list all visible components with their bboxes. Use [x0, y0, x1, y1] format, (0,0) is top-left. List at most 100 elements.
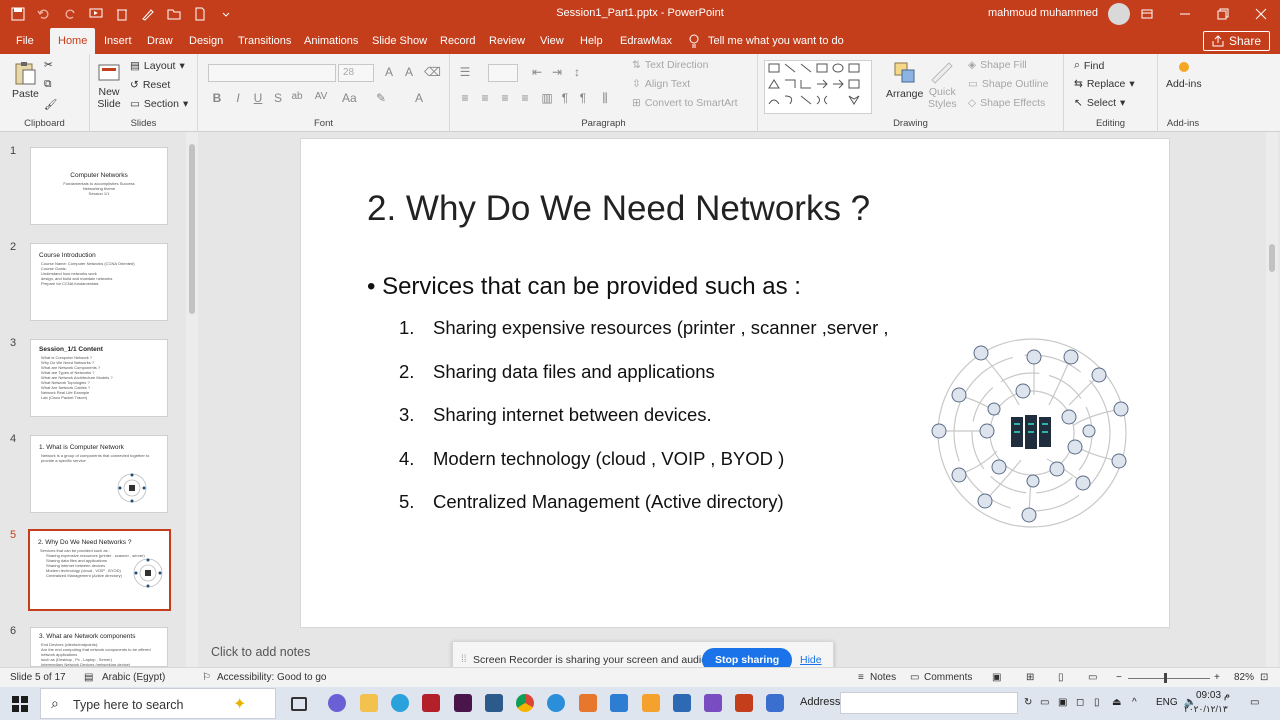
align-left-icon[interactable]: ≡: [458, 91, 472, 105]
select-button[interactable]: ↖ Select ▾: [1074, 97, 1125, 109]
new-slide-button[interactable]: New Slide: [96, 60, 122, 110]
slide-canvas[interactable]: 2. Why Do We Need Networks ? • Services …: [300, 138, 1170, 628]
columns-icon[interactable]: ⫼: [598, 91, 612, 106]
zoom-in-icon[interactable]: +: [1214, 672, 1220, 683]
layout-button[interactable]: ▤ Layout ▾: [130, 60, 185, 72]
strikethrough-icon[interactable]: S: [271, 91, 285, 105]
avatar[interactable]: [1108, 3, 1130, 25]
section-button[interactable]: ▭ Section ▾: [130, 98, 188, 110]
app-icon[interactable]: [642, 694, 660, 712]
copilot-icon[interactable]: [328, 694, 346, 712]
tab-help[interactable]: Help: [572, 28, 611, 54]
fit-slide-icon[interactable]: ⊡: [1260, 672, 1268, 683]
slide-thumbnail-1[interactable]: Computer Networks Fundamentals to accomp…: [30, 147, 168, 225]
shape-outline-button[interactable]: ▭ Shape Outline: [968, 78, 1048, 90]
bold-icon[interactable]: B: [210, 91, 224, 105]
refresh-icon[interactable]: ↻: [1024, 697, 1032, 708]
tab-slide-show[interactable]: Slide Show: [364, 28, 435, 54]
tab-insert[interactable]: Insert: [96, 28, 140, 54]
tab-record[interactable]: Record: [432, 28, 483, 54]
decrease-font-icon[interactable]: A: [402, 65, 416, 79]
font-name-box[interactable]: [208, 64, 336, 82]
align-right-icon[interactable]: ≡: [498, 91, 512, 105]
taskbar-search[interactable]: ⌕ Type here to search ✦: [40, 688, 276, 719]
app-icon[interactable]: [673, 694, 691, 712]
justify-icon[interactable]: ≡: [518, 91, 532, 105]
rtl-icon[interactable]: ¶: [558, 91, 572, 105]
clock-time[interactable]: 09:03 م: [1196, 690, 1230, 701]
restore-icon[interactable]: [1204, 0, 1242, 28]
shape-fill-button[interactable]: ◈ Shape Fill: [968, 59, 1027, 71]
task-view-icon[interactable]: [291, 697, 307, 711]
zoom-out-icon[interactable]: −: [1116, 672, 1122, 683]
reading-view-icon[interactable]: ▯: [1058, 672, 1064, 683]
convert-smartart-button[interactable]: ⊞ Convert to SmartArt: [632, 97, 738, 109]
slide-bullet[interactable]: • Services that can be provided such as …: [367, 273, 801, 301]
thumbnails-scrollbar[interactable]: [186, 132, 198, 667]
visual-studio-icon[interactable]: [704, 694, 722, 712]
shape-effects-button[interactable]: ◇ Shape Effects: [968, 97, 1045, 109]
accessibility-status[interactable]: Accessibility: Good to go: [217, 672, 327, 683]
slideshow-icon[interactable]: ▭: [1088, 672, 1097, 683]
char-spacing-icon[interactable]: ab: [290, 91, 304, 102]
drag-handle-icon[interactable]: ⁞⁞: [461, 654, 467, 665]
align-center-icon[interactable]: ≡: [478, 91, 492, 105]
chrome-icon[interactable]: [516, 694, 534, 712]
font-size-box[interactable]: 28: [338, 64, 374, 82]
replace-button[interactable]: ⇆ Replace ▾: [1074, 78, 1135, 90]
chevron-up-icon[interactable]: ^: [1132, 697, 1137, 708]
line-spacing-icon[interactable]: ↕: [570, 65, 584, 79]
clock-date[interactable]: ٢٠٢٠/١٢/١٣: [1184, 704, 1228, 715]
slide-numbered-list[interactable]: 1. Sharing expensive resources (printer ,…: [399, 317, 889, 535]
underline-icon[interactable]: U: [251, 91, 265, 105]
tab-edrawmax[interactable]: EdrawMax: [612, 28, 680, 54]
slide-thumbnail-6[interactable]: 3. What are Network components End Devic…: [30, 627, 168, 667]
char-spacing-icon[interactable]: AV: [314, 91, 328, 102]
bullets-icon[interactable]: ☰: [458, 65, 472, 79]
font-color-icon[interactable]: A: [412, 91, 426, 105]
tab-view[interactable]: View: [532, 28, 572, 54]
share-button[interactable]: Share: [1202, 31, 1270, 51]
ribbon-display-options-icon[interactable]: [1128, 0, 1166, 28]
tab-design[interactable]: Design: [181, 28, 231, 54]
italic-icon[interactable]: I: [231, 91, 245, 105]
ltr-icon[interactable]: ¶: [576, 91, 590, 105]
app-icon[interactable]: [422, 694, 440, 712]
tab-transitions[interactable]: Transitions: [230, 28, 299, 54]
file-explorer-icon[interactable]: [360, 694, 378, 712]
powerpoint-icon[interactable]: [735, 694, 753, 712]
tell-me-box[interactable]: Tell me what you want to do: [688, 28, 844, 54]
find-button[interactable]: ⌕ Find: [1074, 59, 1104, 72]
slide-thumbnail-3[interactable]: Session_1/1 Content What is Computer Net…: [30, 339, 168, 417]
reset-button[interactable]: ↺ Reset: [130, 79, 170, 91]
shapes-gallery[interactable]: [764, 60, 872, 114]
address-input[interactable]: [840, 692, 1018, 714]
slack-icon[interactable]: [454, 694, 472, 712]
tray-icon[interactable]: ⏏: [1112, 697, 1121, 708]
increase-indent-icon[interactable]: ⇥: [550, 65, 564, 79]
network-illustration[interactable]: [929, 335, 1135, 531]
comments-button[interactable]: Comments: [924, 672, 972, 683]
tab-review[interactable]: Review: [481, 28, 533, 54]
quick-styles-button[interactable]: Quick Styles: [928, 60, 957, 110]
close-icon[interactable]: [1242, 0, 1280, 28]
change-case-icon[interactable]: Aa: [342, 91, 357, 105]
paste-button[interactable]: Paste: [12, 60, 39, 100]
screen-recorder-icon[interactable]: [766, 694, 784, 712]
arrange-button[interactable]: Arrange: [886, 60, 923, 100]
clear-formatting-icon[interactable]: ⌫: [424, 65, 441, 79]
tray-icon[interactable]: ▭: [1040, 697, 1049, 708]
app-icon[interactable]: [610, 694, 628, 712]
columns-icon[interactable]: ▥: [540, 91, 554, 105]
app-icon[interactable]: [579, 694, 597, 712]
user-name[interactable]: mahmoud muhammed: [988, 7, 1098, 19]
tab-file[interactable]: File: [8, 28, 42, 54]
slide-thumbnail-5[interactable]: 2. Why Do We Need Networks ? Services th…: [28, 529, 171, 611]
telegram-icon[interactable]: [391, 694, 409, 712]
zoom-slider[interactable]: [1128, 678, 1210, 679]
cut-icon[interactable]: ✂: [44, 59, 53, 71]
text-direction-button[interactable]: ⇅ Text Direction: [632, 59, 708, 71]
scrollbar-thumb[interactable]: [1269, 244, 1275, 272]
decrease-indent-icon[interactable]: ⇤: [530, 65, 544, 79]
notes-button[interactable]: Notes: [870, 672, 896, 683]
